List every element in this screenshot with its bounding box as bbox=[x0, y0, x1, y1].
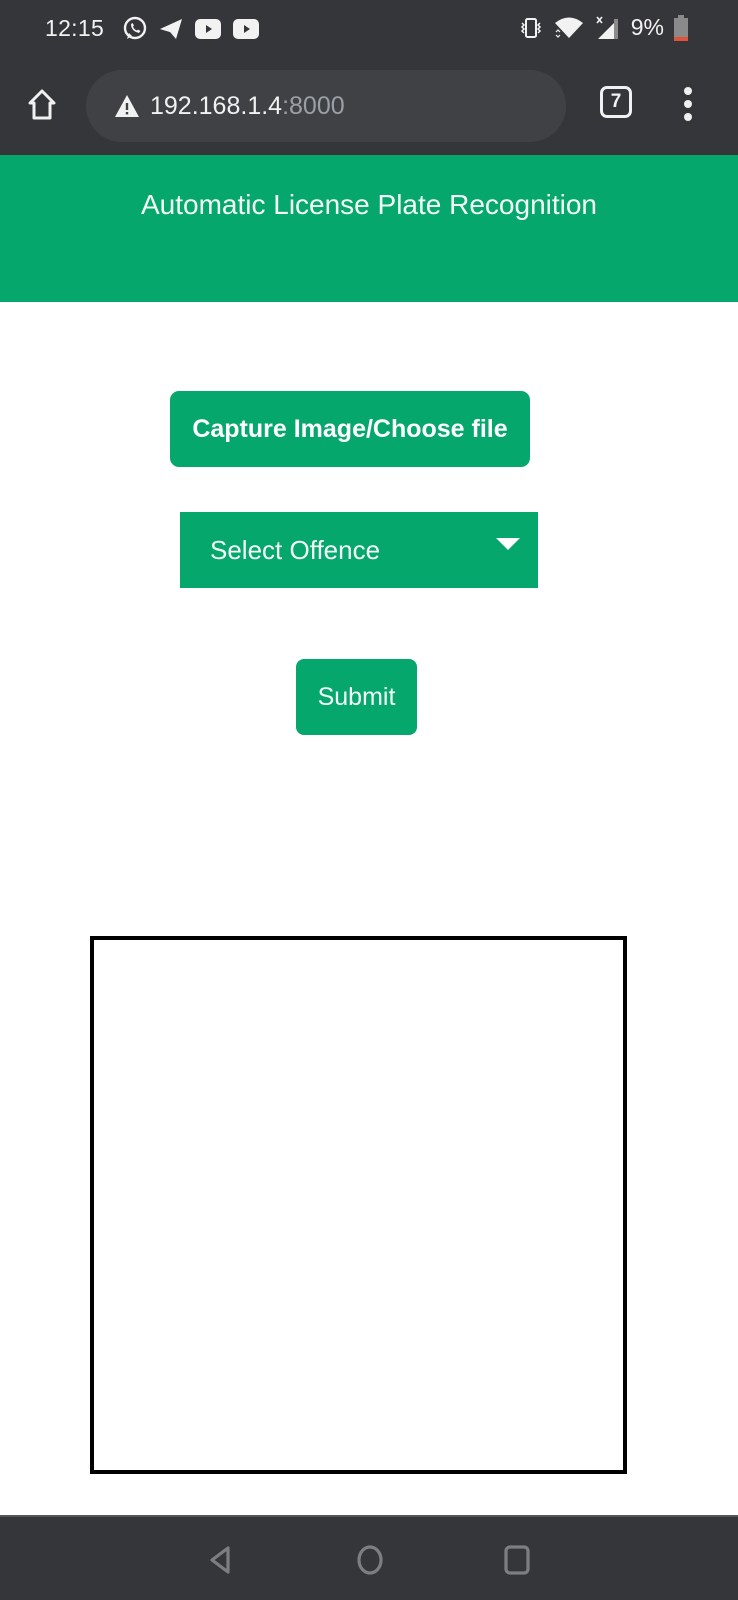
offence-select[interactable]: Select Offence bbox=[180, 512, 538, 588]
tab-switcher-button[interactable]: 7 bbox=[600, 86, 632, 118]
address-bar[interactable]: 192.168.1.4:8000 bbox=[86, 70, 566, 142]
youtube-icon bbox=[233, 19, 259, 39]
home-button[interactable] bbox=[24, 86, 60, 122]
browser-toolbar: 192.168.1.4:8000 7 bbox=[0, 58, 738, 155]
menu-dot bbox=[684, 113, 692, 121]
system-icons: 9% bbox=[519, 14, 688, 41]
status-time: 12:15 bbox=[45, 15, 105, 41]
menu-dot bbox=[684, 87, 692, 95]
signal-no-data-icon bbox=[596, 15, 618, 39]
capture-image-button[interactable]: Capture Image/Choose file bbox=[170, 391, 530, 467]
browser-menu-button[interactable] bbox=[676, 84, 700, 124]
system-nav-bar bbox=[0, 1515, 738, 1600]
whatsapp-icon bbox=[123, 16, 147, 40]
page-title: Automatic License Plate Recognition bbox=[140, 189, 598, 220]
wifi-icon bbox=[554, 17, 583, 38]
nav-recents-button[interactable] bbox=[500, 1543, 534, 1577]
submit-button[interactable]: Submit bbox=[296, 659, 417, 735]
status-bar: 12:15 9% bbox=[0, 0, 738, 58]
home-icon bbox=[28, 89, 56, 120]
back-icon bbox=[210, 1546, 230, 1574]
home-circle-icon bbox=[357, 1545, 383, 1575]
youtube-icon bbox=[195, 19, 221, 39]
menu-dot bbox=[684, 100, 692, 108]
notification-icons bbox=[122, 16, 260, 42]
url-port: :8000 bbox=[282, 91, 345, 120]
caret-down-icon bbox=[496, 538, 520, 550]
recents-icon bbox=[504, 1545, 530, 1575]
url-host: 192.168.1.4 bbox=[150, 91, 283, 120]
battery-low-icon bbox=[674, 14, 688, 41]
vibrate-icon bbox=[520, 17, 541, 38]
warning-icon[interactable] bbox=[114, 94, 140, 118]
offence-select-value: Select Offence bbox=[210, 534, 381, 565]
battery-percent: 9% bbox=[630, 14, 664, 40]
nav-home-button[interactable] bbox=[353, 1543, 387, 1577]
telegram-icon bbox=[160, 19, 182, 39]
image-preview bbox=[90, 936, 627, 1474]
app-header: Automatic License Plate Recognition bbox=[0, 155, 738, 302]
nav-back-button[interactable] bbox=[203, 1543, 237, 1577]
